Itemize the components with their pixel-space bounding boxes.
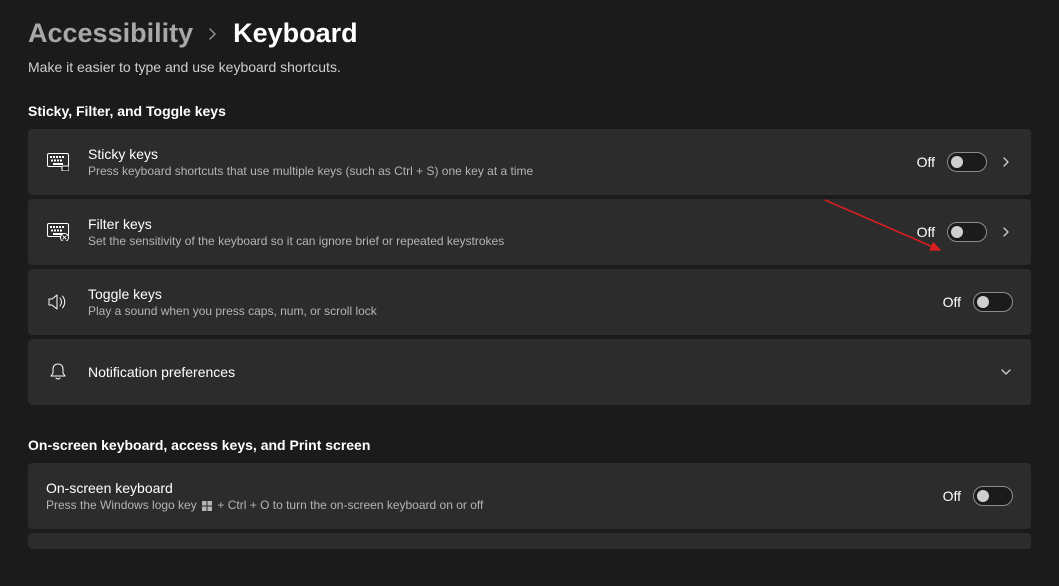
setting-row-onscreen-keyboard[interactable]: On-screen keyboard Press the Windows log… [28, 463, 1031, 529]
toggle-state-label: Off [917, 154, 935, 170]
toggle-state-label: Off [943, 294, 961, 310]
toggle-toggle-keys[interactable] [973, 292, 1013, 312]
setting-row-filter-keys[interactable]: Filter keys Set the sensitivity of the k… [28, 199, 1031, 265]
setting-title: Sticky keys [88, 146, 899, 162]
toggle-onscreen-keyboard[interactable] [973, 486, 1013, 506]
section-header-sticky-filter-toggle: Sticky, Filter, and Toggle keys [28, 103, 1031, 119]
setting-description: Press the Windows logo key + Ctrl + O to… [46, 498, 925, 512]
toggle-filter-keys[interactable] [947, 222, 987, 242]
chevron-right-icon [999, 155, 1013, 169]
sticky-keys-icon [46, 150, 70, 174]
setting-row-toggle-keys[interactable]: Toggle keys Play a sound when you press … [28, 269, 1031, 335]
section-header-onscreen-keyboard: On-screen keyboard, access keys, and Pri… [28, 437, 1031, 453]
bell-icon [46, 360, 70, 384]
setting-title: Filter keys [88, 216, 899, 232]
chevron-right-icon [207, 28, 219, 40]
setting-row-partial[interactable] [28, 533, 1031, 549]
setting-title: On-screen keyboard [46, 480, 925, 496]
sound-icon [46, 290, 70, 314]
setting-title: Toggle keys [88, 286, 925, 302]
setting-description: Play a sound when you press caps, num, o… [88, 304, 925, 318]
chevron-right-icon [999, 225, 1013, 239]
setting-title: Notification preferences [88, 364, 981, 380]
setting-description: Press keyboard shortcuts that use multip… [88, 164, 899, 178]
windows-logo-icon [202, 501, 212, 511]
toggle-state-label: Off [943, 488, 961, 504]
toggle-state-label: Off [917, 224, 935, 240]
setting-row-sticky-keys[interactable]: Sticky keys Press keyboard shortcuts tha… [28, 129, 1031, 195]
breadcrumb-parent[interactable]: Accessibility [28, 18, 193, 49]
chevron-down-icon [999, 365, 1013, 379]
page-subtitle: Make it easier to type and use keyboard … [28, 59, 1031, 75]
setting-row-notification-preferences[interactable]: Notification preferences [28, 339, 1031, 405]
toggle-sticky-keys[interactable] [947, 152, 987, 172]
breadcrumb: Accessibility Keyboard [28, 18, 1031, 49]
filter-keys-icon [46, 220, 70, 244]
setting-description: Set the sensitivity of the keyboard so i… [88, 234, 899, 248]
breadcrumb-current: Keyboard [233, 18, 358, 49]
